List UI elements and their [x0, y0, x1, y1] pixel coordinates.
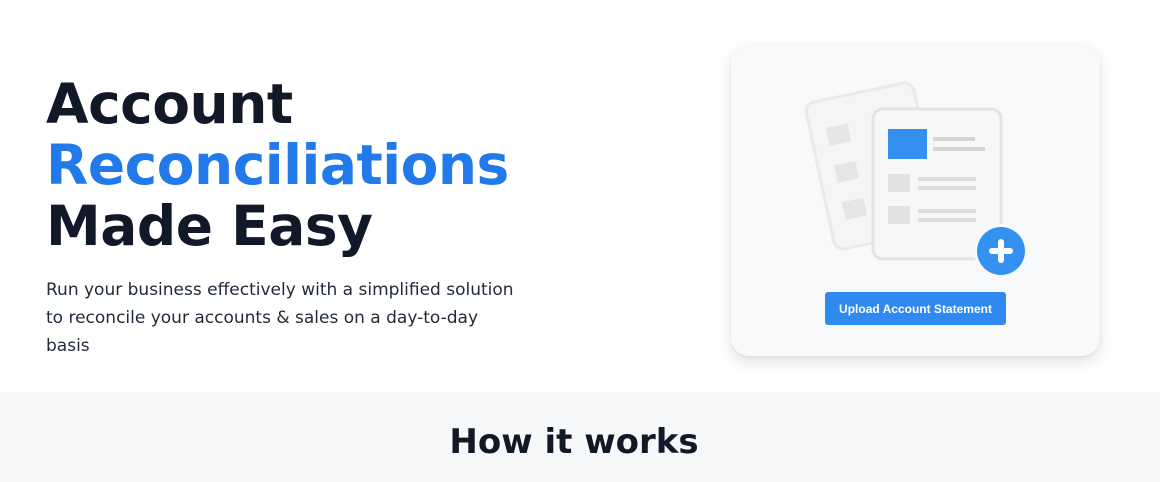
headline-line-made-easy: Made Easy	[46, 194, 373, 258]
how-it-works-title: How it works	[449, 422, 699, 462]
documents-add-icon	[801, 74, 1031, 289]
hero-headline: Account Reconciliations Made Easy	[46, 74, 509, 257]
upload-account-statement-button[interactable]: Upload Account Statement	[825, 292, 1006, 325]
headline-line-reconciliations: Reconciliations	[46, 133, 509, 197]
upload-card: Upload Account Statement	[731, 44, 1100, 356]
hero-subtitle: Run your business effectively with a sim…	[46, 280, 514, 356]
headline-line-account: Account	[46, 72, 293, 136]
